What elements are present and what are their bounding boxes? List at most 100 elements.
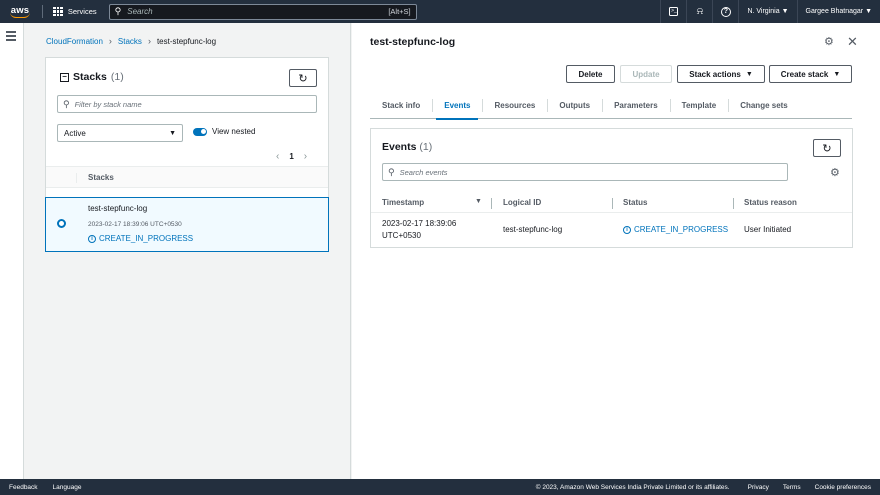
stacks-header: − Stacks (1): [60, 71, 124, 83]
breadcrumb-current: test-stepfunc-log: [156, 36, 217, 46]
tab-template[interactable]: Template: [669, 91, 729, 119]
footer: Feedback Language © 2023, Amazon Web Ser…: [0, 479, 880, 495]
close-icon[interactable]: ✕: [847, 34, 858, 50]
collapse-icon[interactable]: −: [60, 72, 69, 82]
language-link[interactable]: Language: [53, 484, 82, 491]
view-nested-toggle[interactable]: [193, 127, 207, 136]
tab-change-sets[interactable]: Change sets: [728, 91, 800, 119]
event-logical-id: test-stepfunc-log: [503, 225, 563, 234]
create-stack-button[interactable]: Create stack ▼: [769, 65, 852, 83]
stack-actions-button[interactable]: Stack actions ▼: [677, 65, 765, 83]
detail-tabs: Stack info Events Resources Outputs Para…: [370, 91, 852, 120]
table-row: 2023-02-17 18:39:06 UTC+0530 test-stepfu…: [371, 214, 852, 248]
refresh-icon: ↻: [822, 142, 832, 155]
create-stack-label: Create stack: [780, 69, 829, 79]
stack-filter-placeholder: Filter by stack name: [74, 99, 142, 109]
events-search-input[interactable]: ⚲ Search events: [382, 163, 788, 181]
info-icon: i: [623, 225, 631, 234]
event-status: i CREATE_IN_PROGRESS: [623, 225, 728, 234]
cookie-preferences-link[interactable]: Cookie preferences: [815, 484, 871, 491]
refresh-stacks-button[interactable]: ↻: [289, 69, 317, 87]
search-icon: ⚲: [63, 98, 70, 109]
col-status-reason[interactable]: Status reason: [744, 198, 797, 207]
aws-smile-icon: [10, 12, 30, 18]
stacks-card: − Stacks (1) ↻ ⚲ Filter by stack name Ac…: [45, 57, 329, 252]
stack-created-time: 2023-02-17 18:39:06 UTC+0530: [88, 221, 182, 228]
feedback-link[interactable]: Feedback: [9, 484, 38, 491]
stack-status-text: CREATE_IN_PROGRESS: [99, 234, 194, 243]
menu-icon[interactable]: [6, 31, 16, 43]
delete-label: Delete: [578, 69, 603, 79]
column-divider: [76, 173, 77, 183]
privacy-link[interactable]: Privacy: [748, 484, 769, 491]
tab-resources[interactable]: Resources: [482, 91, 547, 119]
stack-filter-input[interactable]: ⚲ Filter by stack name: [57, 95, 317, 113]
events-header: Events (1): [382, 141, 432, 153]
stack-status: i CREATE_IN_PROGRESS: [88, 234, 193, 243]
footer-right: © 2023, Amazon Web Services India Privat…: [536, 484, 871, 491]
col-logical-id[interactable]: Logical ID: [503, 198, 541, 207]
table-preferences-icon[interactable]: ⚙: [830, 166, 840, 179]
stack-actions-label: Stack actions: [689, 69, 741, 79]
services-label: Services: [67, 7, 97, 16]
region-selector[interactable]: N. Virginia ▼: [738, 0, 796, 23]
cloudshell-button[interactable]: >_: [660, 0, 686, 23]
terms-link[interactable]: Terms: [783, 484, 801, 491]
update-button[interactable]: Update: [620, 65, 672, 83]
event-status-text: CREATE_IN_PROGRESS: [634, 225, 729, 234]
column-divider: [733, 198, 734, 209]
caret-down-icon: ▼: [865, 8, 872, 15]
delete-button[interactable]: Delete: [566, 65, 615, 83]
stacks-title: Stacks: [73, 71, 107, 83]
next-page-icon[interactable]: ›: [304, 151, 307, 162]
account-menu[interactable]: Gargee Bhatnagar ▼: [796, 0, 880, 23]
refresh-events-button[interactable]: ↻: [813, 139, 841, 157]
stacks-count: (1): [110, 71, 124, 83]
global-search-input[interactable]: ⚲ Search [Alt+S]: [108, 3, 417, 20]
breadcrumb-cloudformation[interactable]: CloudFormation: [46, 37, 103, 46]
status-filter-select[interactable]: Active ▼: [57, 124, 183, 142]
top-navigation: aws Services ⚲ Search [Alt+S] >_ ⍾ ? N. …: [0, 0, 880, 23]
event-timestamp-tz: UTC+0530: [382, 231, 421, 240]
caret-down-icon: ▼: [745, 70, 753, 78]
sort-desc-icon[interactable]: ▼: [475, 198, 482, 205]
breadcrumb-stacks[interactable]: Stacks: [118, 37, 142, 46]
col-timestamp[interactable]: Timestamp: [382, 198, 424, 207]
settings-icon[interactable]: ⚙: [824, 35, 834, 48]
tab-events[interactable]: Events: [432, 91, 482, 120]
prev-page-icon[interactable]: ‹: [276, 151, 279, 162]
caret-down-icon: ▼: [833, 70, 841, 78]
view-nested-toggle-group: View nested: [193, 127, 255, 136]
page-number[interactable]: 1: [289, 152, 293, 161]
caret-down-icon: ▼: [169, 129, 176, 137]
stacks-column-label[interactable]: Stacks: [88, 173, 114, 182]
stack-row[interactable]: test-stepfunc-log 2023-02-17 18:39:06 UT…: [45, 197, 329, 252]
nav-divider: [42, 5, 43, 18]
stacks-column-header: Stacks: [46, 166, 328, 188]
stack-select-radio[interactable]: [57, 219, 66, 228]
aws-logo[interactable]: aws: [2, 0, 38, 23]
event-timestamp-date: 2023-02-17 18:39:06: [382, 219, 457, 228]
stacks-pane: CloudFormation › Stacks › test-stepfunc-…: [24, 23, 351, 479]
info-icon: i: [88, 234, 96, 243]
tab-outputs[interactable]: Outputs: [547, 91, 602, 119]
region-label: N. Virginia: [747, 8, 780, 15]
breadcrumb: CloudFormation › Stacks › test-stepfunc-…: [46, 36, 216, 46]
pagination: ‹ 1 ›: [276, 151, 307, 162]
services-menu-button[interactable]: Services: [47, 6, 103, 17]
view-nested-label: View nested: [212, 127, 256, 136]
col-status[interactable]: Status: [623, 198, 647, 207]
events-table-header: Timestamp ▼ Logical ID Status Status rea…: [371, 193, 852, 213]
events-count: (1): [419, 141, 433, 153]
tab-parameters[interactable]: Parameters: [602, 91, 670, 119]
grid-icon: [53, 6, 63, 17]
cloudshell-icon: >_: [669, 7, 679, 16]
notifications-button[interactable]: ⍾: [686, 0, 712, 23]
nav-right-group: >_ ⍾ ? N. Virginia ▼ Gargee Bhatnagar ▼: [660, 0, 880, 23]
event-status-reason: User Initiated: [744, 225, 792, 234]
events-card: Events (1) ↻ ⚲ Search events ⚙ Timestamp…: [370, 128, 853, 248]
tab-stack-info[interactable]: Stack info: [370, 91, 432, 119]
search-icon: ⚲: [388, 166, 395, 177]
help-button[interactable]: ?: [712, 0, 738, 23]
user-name: Gargee Bhatnagar: [805, 8, 864, 15]
